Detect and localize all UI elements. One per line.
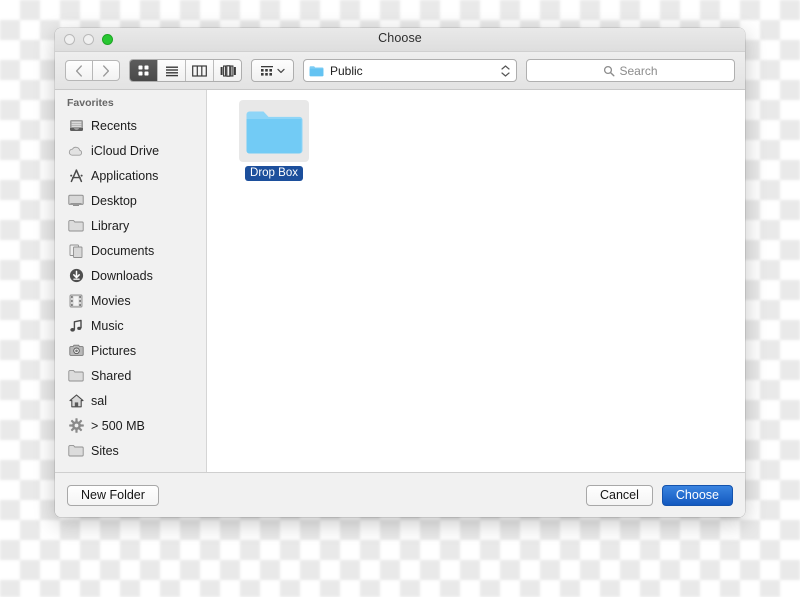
location-popup-button[interactable]: Public — [303, 59, 517, 82]
search-icon — [603, 65, 615, 77]
arrange-grid-icon — [260, 65, 274, 77]
sidebar-item-desktop[interactable]: Desktop — [55, 188, 206, 213]
sidebar-item-sal[interactable]: sal — [55, 388, 206, 413]
sidebar-item-label: Downloads — [91, 269, 153, 283]
folder-icon — [68, 218, 84, 234]
popup-stepper-icon — [501, 65, 510, 77]
sidebar-item-documents[interactable]: Documents — [55, 238, 206, 263]
location-popup-label: Public — [330, 64, 363, 78]
sidebar-item-applications[interactable]: Applications — [55, 163, 206, 188]
sidebar-item-label: sal — [91, 394, 107, 408]
sidebar-item-label: Applications — [91, 169, 158, 183]
chevron-up-icon — [501, 65, 510, 70]
icon-view-button[interactable] — [130, 60, 158, 81]
toolbar: Public Search — [55, 52, 745, 90]
sidebar-item-label: iCloud Drive — [91, 144, 159, 158]
sidebar-item-recents[interactable]: Recents — [55, 113, 206, 138]
home-icon — [68, 393, 84, 409]
sidebar-item-over-500-mb[interactable]: > 500 MB — [55, 413, 206, 438]
choose-file-dialog-window: Choose — [55, 28, 745, 517]
dialog-footer: New Folder Cancel Choose — [55, 472, 745, 517]
chevron-right-icon — [102, 65, 110, 77]
sidebar-item-label: Sites — [91, 444, 119, 458]
file-browser-content[interactable]: Drop Box — [207, 90, 745, 472]
desktop-icon — [68, 193, 84, 209]
sidebar: Favorites Recents — [55, 90, 207, 472]
folder-icon — [309, 65, 324, 77]
sidebar-item-music[interactable]: Music — [55, 313, 206, 338]
back-button[interactable] — [65, 60, 93, 81]
sidebar-item-label: Library — [91, 219, 129, 233]
sidebar-item-pictures[interactable]: Pictures — [55, 338, 206, 363]
forward-button[interactable] — [93, 60, 120, 81]
columns-icon — [192, 65, 207, 77]
sidebar-item-label: Recents — [91, 119, 137, 133]
navigation-button-group — [65, 60, 120, 81]
coverflow-icon — [220, 65, 236, 77]
sidebar-item-library[interactable]: Library — [55, 213, 206, 238]
view-mode-segmented-control — [129, 59, 242, 82]
movies-icon — [68, 293, 84, 309]
gear-icon — [68, 418, 84, 434]
folder-icon — [245, 107, 303, 155]
file-item-drop-box[interactable]: Drop Box — [237, 100, 311, 181]
applications-icon — [68, 168, 84, 184]
sidebar-item-icloud-drive[interactable]: iCloud Drive — [55, 138, 206, 163]
list-view-button[interactable] — [158, 60, 186, 81]
new-folder-button[interactable]: New Folder — [67, 485, 159, 506]
sidebar-section-favorites: Favorites — [55, 97, 206, 113]
sidebar-item-shared[interactable]: Shared — [55, 363, 206, 388]
sidebar-item-label: Shared — [91, 369, 131, 383]
sidebar-item-label: Desktop — [91, 194, 137, 208]
cancel-button[interactable]: Cancel — [586, 485, 653, 506]
folder-icon — [68, 368, 84, 384]
chevron-down-icon — [277, 68, 285, 74]
search-field[interactable]: Search — [526, 59, 735, 82]
sidebar-item-sites[interactable]: Sites — [55, 438, 206, 463]
pictures-icon — [68, 343, 84, 359]
choose-button[interactable]: Choose — [662, 485, 733, 506]
sidebar-item-label: Movies — [91, 294, 131, 308]
chevron-left-icon — [75, 65, 83, 77]
music-icon — [68, 318, 84, 334]
sidebar-item-label: Pictures — [91, 344, 136, 358]
search-placeholder: Search — [619, 64, 657, 78]
documents-icon — [68, 243, 84, 259]
window-title: Choose — [55, 31, 745, 45]
footer-action-buttons: Cancel Choose — [586, 485, 733, 506]
grid-icon — [137, 64, 150, 77]
file-name-label: Drop Box — [245, 166, 303, 181]
gallery-view-button[interactable] — [214, 60, 241, 81]
folder-icon — [68, 443, 84, 459]
column-view-button[interactable] — [186, 60, 214, 81]
sidebar-item-label: Music — [91, 319, 124, 333]
sidebar-item-label: Documents — [91, 244, 154, 258]
sidebar-item-downloads[interactable]: Downloads — [55, 263, 206, 288]
window-titlebar[interactable]: Choose — [55, 28, 745, 52]
file-thumbnail — [239, 100, 309, 162]
chevron-down-icon — [501, 72, 510, 77]
arrange-by-button[interactable] — [251, 59, 294, 82]
sidebar-item-label: > 500 MB — [91, 419, 145, 433]
cloud-icon — [68, 143, 84, 159]
recents-icon — [68, 118, 84, 134]
sidebar-item-movies[interactable]: Movies — [55, 288, 206, 313]
downloads-icon — [68, 268, 84, 284]
list-icon — [165, 65, 179, 77]
dialog-body: Favorites Recents — [55, 90, 745, 472]
